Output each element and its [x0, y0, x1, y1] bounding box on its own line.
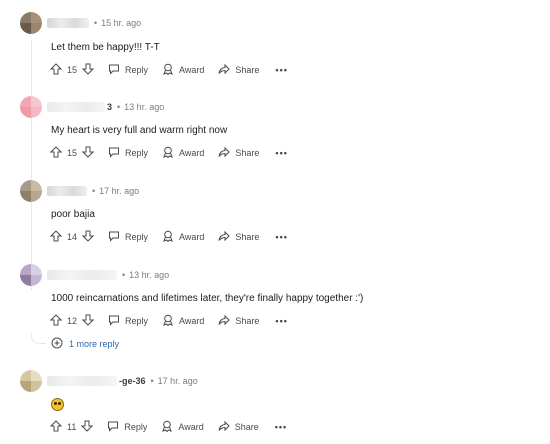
share-button[interactable]: Share: [218, 314, 259, 328]
comment-text: poor bajia: [51, 209, 95, 220]
reply-icon: [108, 314, 125, 328]
avatar[interactable]: [20, 180, 42, 202]
reply-icon: [108, 63, 125, 77]
reply-button[interactable]: Reply: [108, 230, 148, 244]
comment-actions: 15 Reply Award Share •••: [49, 145, 288, 161]
award-icon: [162, 314, 179, 328]
avatar[interactable]: [20, 264, 42, 286]
downvote-icon[interactable]: [81, 420, 94, 434]
vote-count: 14: [67, 232, 78, 242]
share-icon: [218, 420, 235, 434]
comment-text: 1000 reincarnations and lifetimes later,…: [51, 293, 364, 304]
vote-group: 11: [49, 420, 94, 434]
reply-button[interactable]: Reply: [108, 146, 148, 160]
vote-group: 14: [49, 230, 95, 244]
vote-group: 12: [49, 314, 95, 328]
upvote-icon[interactable]: [49, 146, 63, 160]
timestamp[interactable]: 15 hr. ago: [101, 18, 141, 28]
vote-group: 15: [49, 63, 95, 77]
award-icon: [161, 420, 178, 434]
thread-line: [31, 40, 32, 290]
comment-actions: 15 Reply Award Share •••: [49, 62, 288, 78]
award-icon: [162, 230, 179, 244]
award-button[interactable]: Award: [161, 420, 204, 434]
avatar[interactable]: [20, 12, 42, 34]
more-options-button[interactable]: •••: [275, 232, 287, 242]
reply-icon: [108, 146, 125, 160]
username-blurred[interactable]: [47, 270, 117, 280]
reply-button[interactable]: Reply: [108, 314, 148, 328]
reply-icon: [108, 230, 125, 244]
timestamp[interactable]: 13 hr. ago: [124, 102, 164, 112]
comment-text: Let them be happy!!! T-T: [51, 42, 160, 53]
reply-button[interactable]: Reply: [108, 63, 148, 77]
upvote-icon[interactable]: [49, 63, 63, 77]
award-button[interactable]: Award: [162, 63, 204, 77]
more-options-button[interactable]: •••: [275, 65, 287, 75]
avatar[interactable]: [20, 370, 42, 392]
share-icon: [218, 230, 235, 244]
more-replies-link[interactable]: 1 more reply: [51, 337, 119, 351]
plus-circle-icon: [51, 337, 69, 351]
downvote-icon[interactable]: [81, 230, 95, 244]
upvote-icon[interactable]: [49, 230, 63, 244]
comment-actions: 14 Reply Award Share •••: [49, 229, 288, 245]
share-icon: [218, 63, 235, 77]
more-options-button[interactable]: •••: [275, 148, 287, 158]
reply-connector: [31, 333, 46, 344]
share-icon: [218, 146, 235, 160]
emoji-icon: [51, 398, 64, 411]
username-blurred[interactable]: [47, 18, 89, 28]
timestamp[interactable]: 17 hr. ago: [99, 186, 139, 196]
vote-count: 12: [67, 316, 78, 326]
reply-button[interactable]: Reply: [107, 420, 147, 434]
comment-text: My heart is very full and warm right now: [51, 125, 228, 136]
username-blurred[interactable]: [47, 376, 117, 386]
vote-count: 11: [67, 422, 77, 432]
share-button[interactable]: Share: [218, 230, 259, 244]
comment-actions: 12 Reply Award Share •••: [49, 313, 288, 329]
timestamp[interactable]: 13 hr. ago: [129, 270, 169, 280]
award-button[interactable]: Award: [162, 146, 204, 160]
share-button[interactable]: Share: [218, 146, 259, 160]
award-icon: [162, 146, 179, 160]
award-button[interactable]: Award: [162, 314, 204, 328]
vote-group: 15: [49, 146, 95, 160]
more-options-button[interactable]: •••: [275, 422, 287, 432]
share-button[interactable]: Share: [218, 420, 259, 434]
downvote-icon[interactable]: [81, 63, 95, 77]
award-button[interactable]: Award: [162, 230, 204, 244]
username-blurred[interactable]: [47, 186, 87, 196]
upvote-icon[interactable]: [49, 420, 63, 434]
timestamp[interactable]: 17 hr. ago: [158, 376, 198, 386]
downvote-icon[interactable]: [81, 146, 95, 160]
reply-icon: [107, 420, 124, 434]
vote-count: 15: [67, 148, 78, 158]
comment-actions: 11 Reply Award Share •••: [49, 419, 287, 435]
share-icon: [218, 314, 235, 328]
downvote-icon[interactable]: [81, 314, 95, 328]
upvote-icon[interactable]: [49, 314, 63, 328]
more-options-button[interactable]: •••: [275, 316, 287, 326]
award-icon: [162, 63, 179, 77]
username-blurred[interactable]: [47, 102, 105, 112]
avatar[interactable]: [20, 96, 42, 118]
vote-count: 15: [67, 65, 78, 75]
share-button[interactable]: Share: [218, 63, 259, 77]
